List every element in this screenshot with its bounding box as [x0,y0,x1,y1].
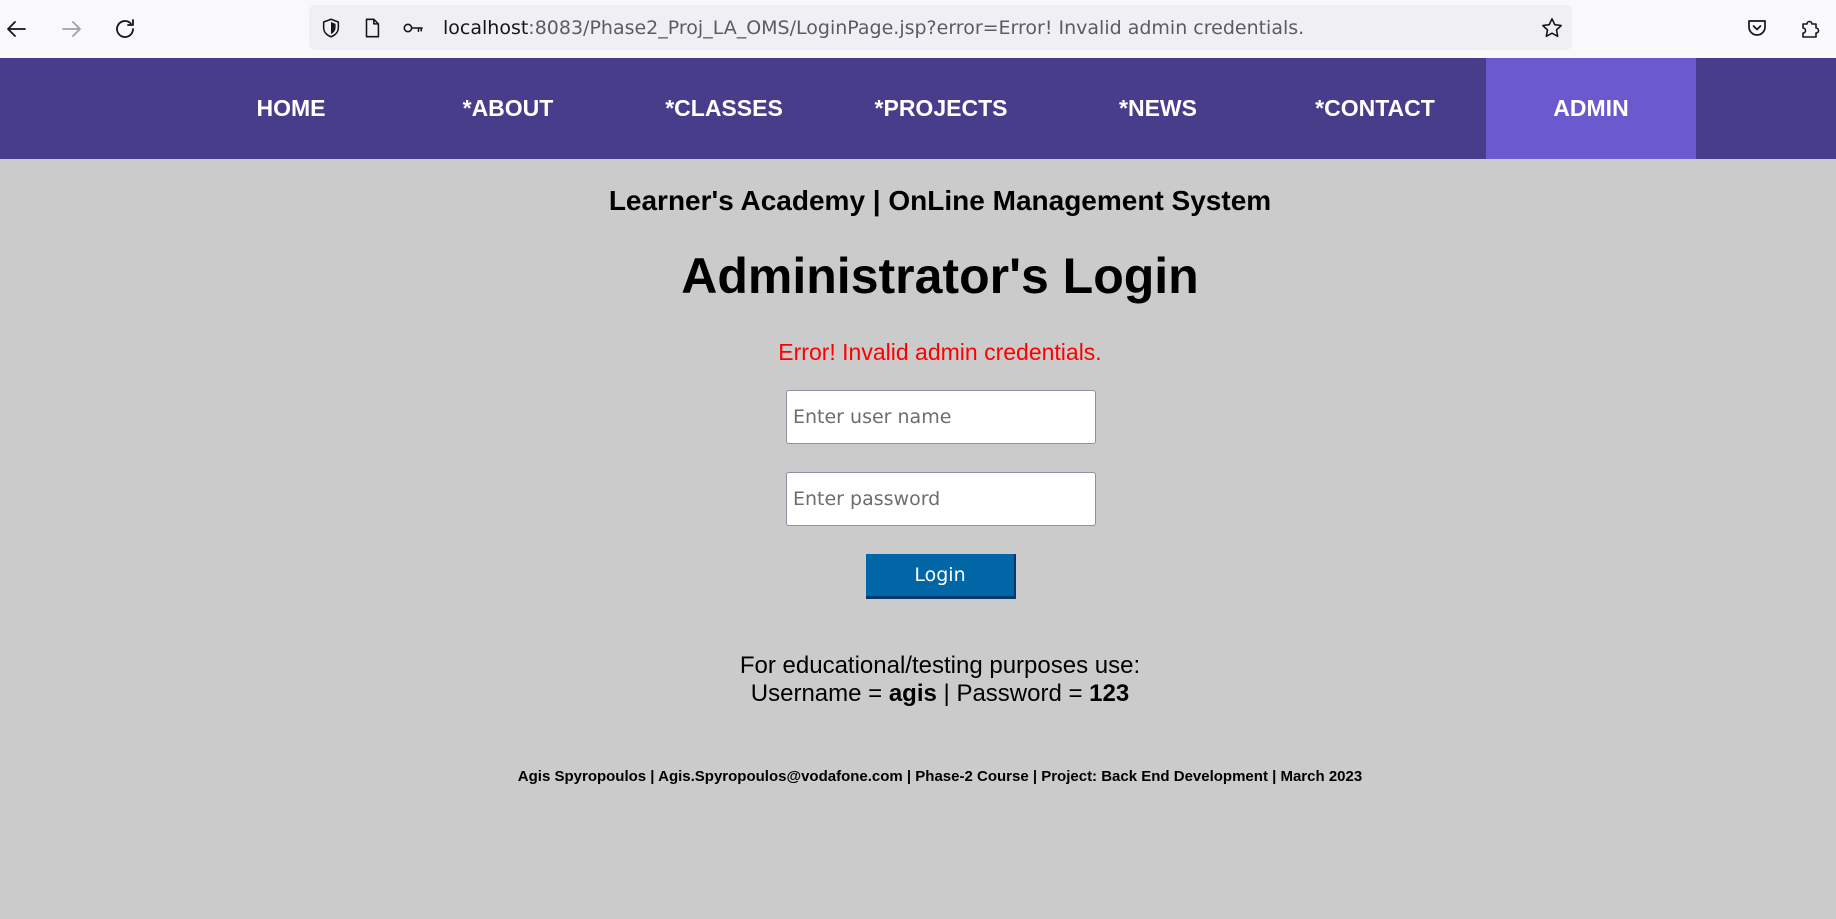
error-message: Error! Invalid admin credentials. [778,339,1102,365]
page-icon[interactable] [360,16,384,40]
credentials-separator: | [936,680,957,707]
url-path: :8083/Phase2_Proj_LA_OMS/LoginPage.jsp?e… [528,17,1305,39]
test-credentials: Username = agis | Password = 123 [0,680,1836,708]
nav-item-admin[interactable]: ADMIN [1486,58,1696,159]
url-text[interactable]: localhost:8083/Phase2_Proj_LA_OMS/LoginP… [443,17,1304,39]
username-input[interactable] [786,390,1096,444]
back-button[interactable] [0,12,34,46]
url-host: localhost [443,17,529,39]
username-label: Username = [750,680,889,707]
bookmark-button[interactable] [1538,14,1566,42]
test-credentials-hint: For educational/testing purposes use: [739,652,1141,679]
back-arrow-icon [7,21,26,37]
extensions-button[interactable] [1796,13,1826,43]
forward-button[interactable] [54,12,88,46]
nav-item-home[interactable]: HOME [186,58,396,159]
reload-button[interactable] [108,12,142,46]
password-label: Password = [956,680,1090,707]
login-button[interactable]: Login [866,554,1016,599]
nav-item-projects[interactable]: *PROJECTS [836,58,1046,159]
forward-arrow-icon [62,21,81,37]
pocket-icon [1748,20,1766,36]
reload-icon [116,19,134,38]
page-title: Administrator's Login [681,248,1199,304]
page-footer: Agis Spyropoulos | Agis.Spyropoulos@voda… [517,768,1363,785]
pocket-button[interactable] [1742,13,1772,43]
address-bar[interactable]: localhost:8083/Phase2_Proj_LA_OMS/LoginP… [309,5,1572,50]
browser-toolbar: localhost:8083/Phase2_Proj_LA_OMS/LoginP… [0,0,1836,58]
nav-item-news[interactable]: *NEWS [1053,58,1263,159]
test-username: agis [888,680,937,707]
nav-item-classes[interactable]: *CLASSES [619,58,829,159]
password-input[interactable] [786,472,1096,526]
star-icon [1542,18,1562,38]
test-password: 123 [1089,680,1130,707]
nav-item-about[interactable]: *ABOUT [403,58,613,159]
puzzle-icon [1802,20,1820,38]
shield-icon[interactable] [319,16,343,40]
main-navigation: HOME *ABOUT *CLASSES *PROJECTS *NEWS *CO… [0,58,1836,159]
site-title: Learner's Academy | OnLine Management Sy… [608,185,1272,216]
nav-item-contact[interactable]: *CONTACT [1270,58,1480,159]
key-icon[interactable] [401,16,425,40]
